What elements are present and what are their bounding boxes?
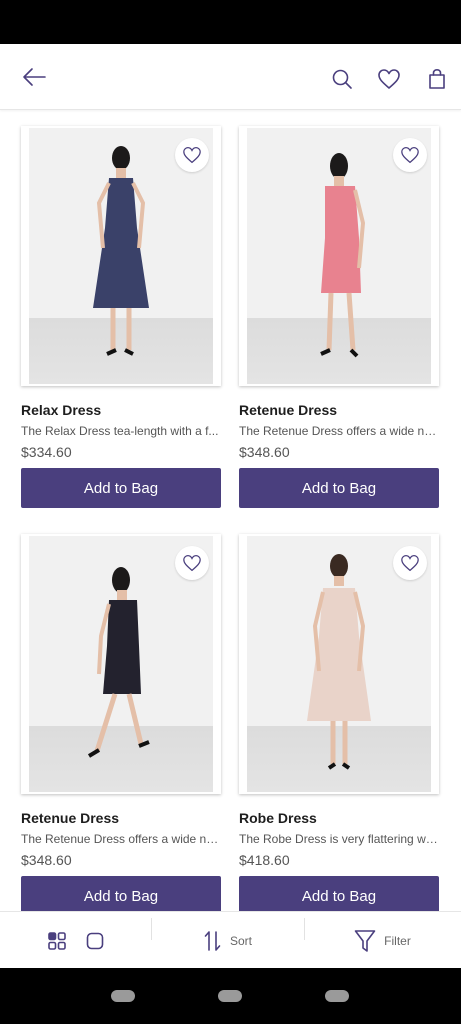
product-title[interactable]: Retenue Dress [21, 810, 119, 826]
filter-icon [354, 929, 376, 952]
shopping-bag-icon [429, 69, 445, 89]
single-view-button[interactable] [80, 926, 110, 956]
heart-icon [401, 555, 419, 572]
single-view-icon [86, 932, 104, 949]
recents-nav-button[interactable] [325, 990, 349, 1002]
back-button[interactable] [18, 61, 50, 93]
add-to-wishlist-button[interactable] [393, 138, 427, 172]
filter-label: Filter [384, 933, 411, 948]
product-description: The Relax Dress tea-length with a f... [21, 424, 219, 438]
home-nav-button[interactable] [218, 990, 242, 1002]
wishlist-button[interactable] [373, 63, 405, 95]
heart-icon [378, 69, 400, 89]
product-price: $348.60 [21, 852, 72, 868]
product-description: The Robe Dress is very flattering wit... [239, 832, 439, 846]
add-to-wishlist-button[interactable] [393, 546, 427, 580]
grid-view-icon [48, 931, 66, 950]
add-to-bag-button[interactable]: Add to Bag [21, 468, 221, 508]
sort-button[interactable]: Sort [152, 912, 304, 968]
add-to-bag-button[interactable]: Add to Bag [239, 468, 439, 508]
view-toggle [0, 912, 152, 968]
back-nav-button[interactable] [111, 990, 135, 1002]
heart-icon [183, 555, 201, 572]
product-image[interactable] [239, 126, 439, 386]
product-price: $348.60 [239, 444, 290, 460]
system-navigation-bar [0, 968, 461, 1024]
sort-label: Sort [229, 933, 252, 948]
product-image[interactable] [239, 534, 439, 794]
heart-icon [183, 147, 201, 164]
arrow-left-icon [23, 68, 46, 86]
sort-icon [204, 930, 221, 951]
top-app-bar [0, 44, 461, 110]
add-to-bag-button[interactable]: Add to Bag [21, 876, 221, 916]
add-to-wishlist-button[interactable] [175, 546, 209, 580]
filter-button[interactable]: Filter [304, 912, 461, 968]
product-title[interactable]: Relax Dress [21, 402, 101, 418]
status-bar [0, 0, 461, 44]
search-button[interactable] [326, 63, 358, 95]
product-price: $334.60 [21, 444, 72, 460]
product-title[interactable]: Robe Dress [239, 810, 317, 826]
search-icon [332, 69, 352, 89]
product-title[interactable]: Retenue Dress [239, 402, 337, 418]
heart-icon [401, 147, 419, 164]
bag-button[interactable] [421, 63, 453, 95]
product-image[interactable] [21, 126, 221, 386]
product-price: $418.60 [239, 852, 290, 868]
bottom-toolbar: Sort Filter [0, 911, 461, 968]
product-list-screen: Relax Dress The Relax Dress tea-length w… [0, 44, 461, 968]
add-to-wishlist-button[interactable] [175, 138, 209, 172]
add-to-bag-button[interactable]: Add to Bag [239, 876, 439, 916]
product-description: The Retenue Dress offers a wide ne... [239, 424, 439, 438]
grid-view-button[interactable] [42, 926, 72, 956]
product-description: The Retenue Dress offers a wide ne... [21, 832, 221, 846]
product-image[interactable] [21, 534, 221, 794]
